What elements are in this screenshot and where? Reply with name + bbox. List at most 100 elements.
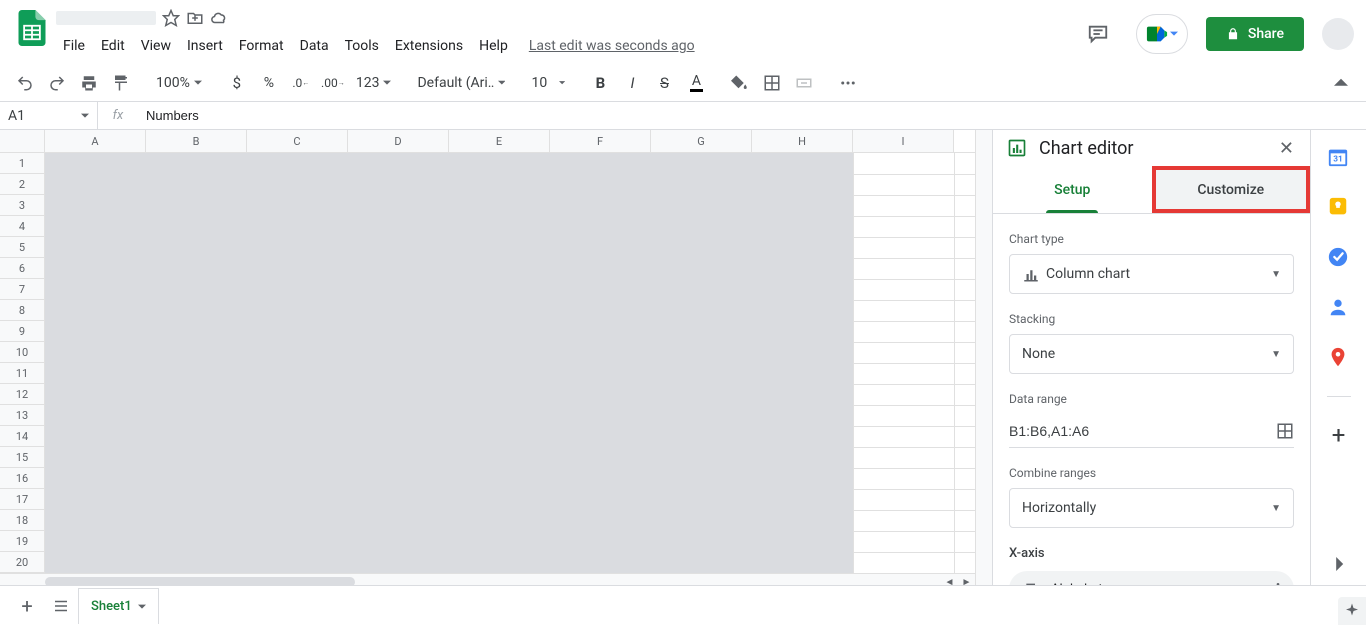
more-tools-button[interactable]	[833, 69, 863, 97]
menu-insert[interactable]: Insert	[180, 34, 230, 58]
account-avatar[interactable]	[1322, 18, 1354, 50]
col-header[interactable]: B	[146, 130, 247, 152]
row-header[interactable]: 9	[0, 321, 45, 342]
add-addon-icon[interactable]: +	[1327, 423, 1351, 447]
explore-button[interactable]	[1338, 597, 1366, 625]
meet-button[interactable]	[1136, 14, 1188, 54]
menu-file[interactable]: File	[56, 34, 92, 58]
menu-edit[interactable]: Edit	[94, 34, 132, 58]
menu-format[interactable]: Format	[232, 34, 291, 58]
doc-title[interactable]	[56, 11, 156, 25]
percent-button[interactable]: %	[254, 69, 284, 97]
row-header[interactable]: 20	[0, 552, 45, 573]
col-header[interactable]: I	[853, 130, 954, 152]
increase-decimal-button[interactable]: .00→	[318, 69, 348, 97]
chart-type-dropdown[interactable]: Column chart ▼	[1009, 254, 1294, 294]
font-dropdown[interactable]: Default (Ari…	[411, 69, 511, 97]
menu-data[interactable]: Data	[293, 34, 336, 58]
collapse-rail-button[interactable]	[1332, 557, 1346, 571]
col-header[interactable]: G	[651, 130, 752, 152]
maps-icon[interactable]	[1327, 346, 1351, 370]
row-header[interactable]: 13	[0, 405, 45, 426]
select-range-button[interactable]	[1276, 422, 1294, 440]
scroll-right-icon[interactable]: ►	[958, 574, 975, 586]
row-header[interactable]: 15	[0, 447, 45, 468]
col-header[interactable]: C	[247, 130, 348, 152]
data-range-input[interactable]	[1009, 423, 1276, 439]
close-button[interactable]: ✕	[1279, 138, 1294, 159]
bold-button[interactable]: B	[585, 69, 615, 97]
sheets-logo[interactable]	[12, 8, 52, 48]
cloud-icon[interactable]	[210, 9, 228, 27]
col-header[interactable]: E	[449, 130, 550, 152]
row-header[interactable]: 17	[0, 489, 45, 510]
text-color-button[interactable]: A	[681, 69, 711, 97]
row-header[interactable]: 14	[0, 426, 45, 447]
row-header[interactable]: 10	[0, 342, 45, 363]
borders-button[interactable]	[757, 69, 787, 97]
horizontal-scrollbar[interactable]: ◄ ►	[0, 573, 975, 585]
col-header[interactable]: D	[348, 130, 449, 152]
row-header[interactable]: 1	[0, 153, 45, 174]
row-header[interactable]: 2	[0, 174, 45, 195]
xaxis-chip[interactable]: Alphabets	[1009, 571, 1294, 585]
row-header[interactable]: 8	[0, 300, 45, 321]
name-box[interactable]: A1	[0, 102, 98, 129]
col-header[interactable]: F	[550, 130, 651, 152]
row-header[interactable]: 18	[0, 510, 45, 531]
last-edit-link[interactable]: Last edit was seconds ago	[529, 38, 695, 54]
add-sheet-button[interactable]: +	[10, 589, 44, 623]
currency-button[interactable]: $	[222, 69, 252, 97]
keep-icon[interactable]	[1327, 196, 1351, 220]
menu-help[interactable]: Help	[472, 34, 515, 58]
row-header[interactable]: 4	[0, 216, 45, 237]
tab-setup[interactable]: Setup	[993, 166, 1152, 213]
move-icon[interactable]	[186, 9, 204, 27]
zoom-dropdown[interactable]: 100%	[150, 69, 208, 97]
star-icon[interactable]	[162, 9, 180, 27]
italic-button[interactable]: I	[617, 69, 647, 97]
number-format-dropdown[interactable]: 123	[350, 69, 398, 97]
formula-input[interactable]	[138, 108, 1366, 123]
comments-button[interactable]	[1078, 14, 1118, 54]
decrease-decimal-button[interactable]: .0←	[286, 69, 316, 97]
row-header[interactable]: 5	[0, 237, 45, 258]
fill-color-button[interactable]	[725, 69, 755, 97]
chart-object[interactable]	[45, 153, 853, 573]
share-button[interactable]: Share	[1206, 17, 1304, 51]
chevron-down-icon[interactable]	[138, 603, 146, 611]
print-button[interactable]	[74, 69, 104, 97]
merge-button[interactable]	[789, 69, 819, 97]
tab-customize[interactable]: Customize	[1152, 166, 1311, 213]
data-range-field[interactable]	[1009, 414, 1294, 448]
row-header[interactable]: 12	[0, 384, 45, 405]
menu-tools[interactable]: Tools	[338, 34, 386, 58]
menu-view[interactable]: View	[134, 34, 178, 58]
all-sheets-button[interactable]	[44, 589, 78, 623]
scroll-left-icon[interactable]: ◄	[941, 574, 958, 586]
row-header[interactable]: 7	[0, 279, 45, 300]
vertical-scrollbar[interactable]	[975, 130, 992, 585]
stacking-dropdown[interactable]: None ▼	[1009, 334, 1294, 374]
contacts-icon[interactable]	[1327, 296, 1351, 320]
row-header[interactable]: 19	[0, 531, 45, 552]
redo-button[interactable]	[42, 69, 72, 97]
row-header[interactable]: 6	[0, 258, 45, 279]
col-header[interactable]: A	[45, 130, 146, 152]
sheet-tab[interactable]: Sheet1	[78, 588, 159, 624]
font-size-dropdown[interactable]: 10	[525, 69, 571, 97]
row-header[interactable]: 16	[0, 468, 45, 489]
row-header[interactable]: 11	[0, 363, 45, 384]
spreadsheet-grid[interactable]: A B C D E F G H I 1 2 3 4 5 6 7 8 9 10 1…	[0, 130, 975, 585]
collapse-toolbar-button[interactable]	[1326, 69, 1356, 97]
row-header[interactable]: 3	[0, 195, 45, 216]
paint-format-button[interactable]	[106, 69, 136, 97]
tasks-icon[interactable]	[1327, 246, 1351, 270]
strikethrough-button[interactable]: S	[649, 69, 679, 97]
col-header[interactable]: H	[752, 130, 853, 152]
menu-extensions[interactable]: Extensions	[388, 34, 470, 58]
select-all-corner[interactable]	[0, 130, 45, 152]
undo-button[interactable]	[10, 69, 40, 97]
calendar-icon[interactable]: 31	[1327, 146, 1351, 170]
combine-dropdown[interactable]: Horizontally ▼	[1009, 488, 1294, 528]
